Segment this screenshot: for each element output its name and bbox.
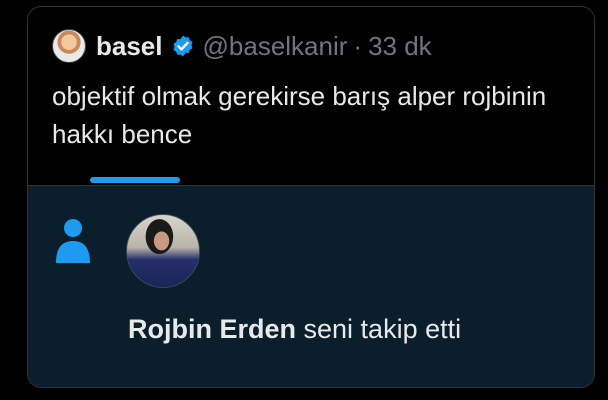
notification-text: Rojbin Erden seni takip etti xyxy=(128,314,461,345)
screenshot-card: basel @baselkanir · 33 dk objektif olmak… xyxy=(27,6,595,388)
tweet-text: objektif olmak gerekirse barış alper roj… xyxy=(52,81,547,149)
author-handle[interactable]: @baselkanir xyxy=(203,31,348,62)
active-tab-indicator xyxy=(90,177,180,183)
tweet-header: basel @baselkanir · 33 dk xyxy=(52,29,432,63)
avatar[interactable] xyxy=(52,29,86,63)
person-icon xyxy=(56,219,90,263)
verified-badge-icon xyxy=(173,35,192,57)
follow-action-text: seni takip etti xyxy=(303,314,462,344)
follower-avatar[interactable] xyxy=(126,214,200,288)
tweet-time[interactable]: 33 dk xyxy=(368,31,432,62)
follower-name[interactable]: Rojbin Erden xyxy=(128,314,296,344)
follow-notification[interactable]: Rojbin Erden seni takip etti xyxy=(28,186,594,387)
author-name[interactable]: basel xyxy=(96,31,163,62)
separator-dot: · xyxy=(353,30,363,61)
